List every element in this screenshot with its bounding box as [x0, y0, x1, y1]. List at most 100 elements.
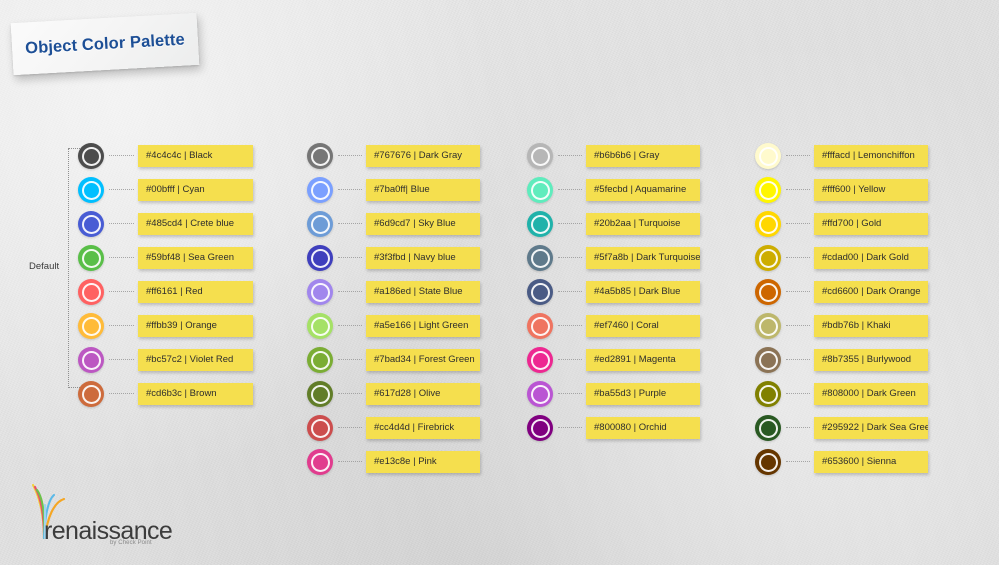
palette-row[interactable]: #cd6b3c | Brown: [78, 377, 253, 411]
color-swatch[interactable]: [755, 177, 781, 203]
color-swatch[interactable]: [307, 449, 333, 475]
color-swatch[interactable]: [78, 245, 104, 271]
color-label[interactable]: #cdad00 | Dark Gold: [814, 247, 928, 269]
color-label[interactable]: #ef7460 | Coral: [586, 315, 700, 337]
color-swatch[interactable]: [527, 415, 553, 441]
palette-row[interactable]: #20b2aa | Turquoise: [527, 207, 700, 241]
color-label[interactable]: #485cd4 | Crete blue: [138, 213, 253, 235]
color-swatch[interactable]: [527, 381, 553, 407]
palette-row[interactable]: #295922 | Dark Sea Green: [755, 411, 928, 445]
color-swatch[interactable]: [527, 279, 553, 305]
palette-row[interactable]: #cd6600 | Dark Orange: [755, 275, 928, 309]
color-swatch[interactable]: [78, 143, 104, 169]
color-swatch[interactable]: [307, 177, 333, 203]
palette-row[interactable]: #767676 | Dark Gray: [307, 139, 480, 173]
color-label[interactable]: #7bad34 | Forest Green: [366, 349, 480, 371]
color-swatch[interactable]: [307, 415, 333, 441]
color-label[interactable]: #bc57c2 | Violet Red: [138, 349, 253, 371]
color-label[interactable]: #ff6161 | Red: [138, 281, 253, 303]
palette-row[interactable]: #fffacd | Lemonchiffon: [755, 139, 928, 173]
palette-row[interactable]: #7bad34 | Forest Green: [307, 343, 480, 377]
color-swatch[interactable]: [527, 313, 553, 339]
palette-row[interactable]: #808000 | Dark Green: [755, 377, 928, 411]
color-swatch[interactable]: [307, 143, 333, 169]
color-label[interactable]: #cc4d4d | Firebrick: [366, 417, 480, 439]
palette-row[interactable]: #e13c8e | Pink: [307, 445, 480, 479]
palette-row[interactable]: #ffbb39 | Orange: [78, 309, 253, 343]
color-swatch[interactable]: [755, 143, 781, 169]
color-label[interactable]: #5f7a8b | Dark Turquoise: [586, 247, 700, 269]
color-label[interactable]: #ffbb39 | Orange: [138, 315, 253, 337]
color-label[interactable]: #4a5b85 | Dark Blue: [586, 281, 700, 303]
palette-row[interactable]: #cdad00 | Dark Gold: [755, 241, 928, 275]
color-label[interactable]: #767676 | Dark Gray: [366, 145, 480, 167]
color-swatch[interactable]: [307, 211, 333, 237]
palette-row[interactable]: #617d28 | Olive: [307, 377, 480, 411]
palette-row[interactable]: #8b7355 | Burlywood: [755, 343, 928, 377]
palette-row[interactable]: #7ba0ff| Blue: [307, 173, 480, 207]
color-swatch[interactable]: [527, 211, 553, 237]
color-label[interactable]: #ffd700 | Gold: [814, 213, 928, 235]
color-swatch[interactable]: [527, 177, 553, 203]
palette-row[interactable]: #653600 | Sienna: [755, 445, 928, 479]
palette-row[interactable]: #ffd700 | Gold: [755, 207, 928, 241]
color-swatch[interactable]: [755, 245, 781, 271]
color-swatch[interactable]: [755, 313, 781, 339]
palette-row[interactable]: #00bfff | Cyan: [78, 173, 253, 207]
color-label[interactable]: #3f3fbd | Navy blue: [366, 247, 480, 269]
color-label[interactable]: #808000 | Dark Green: [814, 383, 928, 405]
color-label[interactable]: #5fecbd | Aquamarine: [586, 179, 700, 201]
color-label[interactable]: #a5e166 | Light Green: [366, 315, 480, 337]
palette-row[interactable]: #3f3fbd | Navy blue: [307, 241, 480, 275]
palette-row[interactable]: #ef7460 | Coral: [527, 309, 700, 343]
color-swatch[interactable]: [307, 347, 333, 373]
palette-row[interactable]: #bc57c2 | Violet Red: [78, 343, 253, 377]
color-label[interactable]: #a186ed | State Blue: [366, 281, 480, 303]
color-label[interactable]: #fff600 | Yellow: [814, 179, 928, 201]
color-swatch[interactable]: [527, 347, 553, 373]
color-label[interactable]: #e13c8e | Pink: [366, 451, 480, 473]
color-label[interactable]: #800080 | Orchid: [586, 417, 700, 439]
color-swatch[interactable]: [78, 211, 104, 237]
color-swatch[interactable]: [307, 245, 333, 271]
color-label[interactable]: #ed2891 | Magenta: [586, 349, 700, 371]
color-swatch[interactable]: [78, 347, 104, 373]
color-label[interactable]: #59bf48 | Sea Green: [138, 247, 253, 269]
color-swatch[interactable]: [527, 245, 553, 271]
color-swatch[interactable]: [755, 381, 781, 407]
color-swatch[interactable]: [755, 347, 781, 373]
color-label[interactable]: #bdb76b | Khaki: [814, 315, 928, 337]
palette-row[interactable]: #800080 | Orchid: [527, 411, 700, 445]
palette-row[interactable]: #b6b6b6 | Gray: [527, 139, 700, 173]
color-swatch[interactable]: [307, 313, 333, 339]
color-swatch[interactable]: [78, 177, 104, 203]
color-swatch[interactable]: [78, 381, 104, 407]
palette-row[interactable]: #4c4c4c | Black: [78, 139, 253, 173]
color-label[interactable]: #cd6b3c | Brown: [138, 383, 253, 405]
palette-row[interactable]: #59bf48 | Sea Green: [78, 241, 253, 275]
color-label[interactable]: #b6b6b6 | Gray: [586, 145, 700, 167]
color-swatch[interactable]: [755, 449, 781, 475]
color-label[interactable]: #fffacd | Lemonchiffon: [814, 145, 928, 167]
color-label[interactable]: #6d9cd7 | Sky Blue: [366, 213, 480, 235]
palette-row[interactable]: #5f7a8b | Dark Turquoise: [527, 241, 700, 275]
color-swatch[interactable]: [307, 279, 333, 305]
palette-row[interactable]: #a186ed | State Blue: [307, 275, 480, 309]
color-label[interactable]: #4c4c4c | Black: [138, 145, 253, 167]
color-label[interactable]: #653600 | Sienna: [814, 451, 928, 473]
color-label[interactable]: #295922 | Dark Sea Green: [814, 417, 928, 439]
palette-row[interactable]: #ff6161 | Red: [78, 275, 253, 309]
color-swatch[interactable]: [78, 313, 104, 339]
palette-row[interactable]: #ba55d3 | Purple: [527, 377, 700, 411]
color-label[interactable]: #617d28 | Olive: [366, 383, 480, 405]
color-swatch[interactable]: [755, 415, 781, 441]
color-swatch[interactable]: [755, 211, 781, 237]
palette-row[interactable]: #fff600 | Yellow: [755, 173, 928, 207]
color-swatch[interactable]: [78, 279, 104, 305]
color-label[interactable]: #ba55d3 | Purple: [586, 383, 700, 405]
color-label[interactable]: #7ba0ff| Blue: [366, 179, 480, 201]
palette-row[interactable]: #bdb76b | Khaki: [755, 309, 928, 343]
color-swatch[interactable]: [755, 279, 781, 305]
palette-row[interactable]: #485cd4 | Crete blue: [78, 207, 253, 241]
palette-row[interactable]: #ed2891 | Magenta: [527, 343, 700, 377]
